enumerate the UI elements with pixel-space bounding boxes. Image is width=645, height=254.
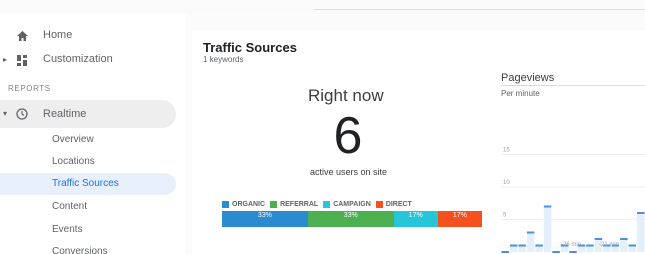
sidebar-item-conversions[interactable]: Conversions [52, 246, 108, 254]
pageviews-bar[interactable] [526, 232, 535, 253]
x-tick-label: -26 min [561, 242, 581, 248]
sidebar-item-label: Home [43, 29, 73, 41]
pageviews-bar-cap [628, 244, 637, 247]
pageviews-bar-cap [518, 244, 526, 247]
y-tick-label: 15 [503, 148, 510, 154]
breakdown-segment[interactable]: 17% [393, 211, 438, 227]
legend-label: ORGANIC [232, 200, 266, 208]
legend-swatch [375, 200, 383, 208]
pageviews-bar-cap [543, 205, 552, 208]
legend-label: DIRECT [385, 200, 412, 208]
dashboard-grid-icon [15, 54, 29, 66]
pageviews-bar[interactable] [620, 239, 628, 252]
active-users-label: active users on site [310, 167, 388, 177]
pageviews-bar-cap [509, 244, 518, 247]
sidebar-item-realtime[interactable]: ▾ Realtime [0, 100, 176, 128]
pageviews-bar-cap [586, 244, 594, 247]
y-tick-label: 10 [503, 180, 510, 186]
sidebar-item-home[interactable]: Home [0, 24, 180, 48]
pageviews-subtitle: Per minute [501, 89, 540, 98]
sidebar-item-label: Customization [43, 53, 113, 65]
breakdown-segment[interactable]: 33% [307, 211, 394, 227]
sidebar-item-overview[interactable]: Overview [52, 134, 94, 145]
legend-swatch [270, 200, 278, 208]
pageviews-bar-cap [526, 231, 535, 234]
legend-item-direct: DIRECT [375, 200, 412, 208]
card-subtitle: 1 keywords [203, 55, 244, 64]
pageviews-title: Pageviews [501, 72, 555, 84]
pageviews-bar-cap [637, 212, 645, 214]
breakdown-segment[interactable]: 33% [222, 211, 308, 227]
clock-icon [15, 108, 29, 120]
sidebar-item-content[interactable]: Content [52, 201, 87, 212]
pageviews-bar-cap [535, 244, 543, 247]
traffic-sources-card: Traffic Sources 1 keywords Right now 6 a… [192, 30, 645, 254]
pageviews-bar-cap [501, 251, 509, 253]
pageviews-bar-cap [620, 238, 628, 240]
sidebar-item-events[interactable]: Events [52, 224, 83, 235]
top-bar [0, 0, 645, 14]
legend-label: REFERRAL [280, 200, 319, 208]
right-now-label: Right now [308, 86, 384, 105]
source-legend: ORGANIC REFERRAL CAMPAIGN DIRECT [222, 199, 417, 209]
sidebar: Home ▸ Customization REPORTS ▾ Realtime … [0, 14, 186, 254]
sidebar-item-traffic-sources[interactable]: Traffic Sources [52, 178, 119, 189]
pageviews-divider [501, 85, 645, 86]
pageviews-bar-cap [594, 238, 603, 240]
active-users-count: 6 [333, 107, 363, 165]
pageviews-bar[interactable] [543, 206, 552, 253]
breakdown-segment[interactable]: 17% [437, 211, 482, 227]
pageviews-bar-cap [569, 251, 577, 253]
card-title: Traffic Sources [203, 40, 297, 55]
pageviews-chart-svg: 5 10 15 -26 min -21 min [501, 148, 645, 253]
source-breakdown-bar: 33% 33% 17% 17% [222, 211, 482, 227]
pageviews-bar[interactable] [637, 213, 645, 252]
legend-swatch [323, 200, 331, 208]
chevron-down-icon: ▾ [3, 109, 8, 118]
home-icon [15, 30, 29, 42]
main-content: Traffic Sources 1 keywords Right now 6 a… [186, 14, 645, 254]
sidebar-item-traffic-sources-highlight[interactable]: Traffic Sources [0, 173, 176, 195]
reports-section-header: REPORTS [8, 84, 51, 93]
sidebar-item-locations[interactable]: Locations [52, 156, 95, 167]
legend-item-campaign: CAMPAIGN [323, 200, 371, 208]
chevron-right-icon: ▸ [3, 55, 8, 64]
legend-item-organic: ORGANIC [222, 200, 266, 208]
legend-swatch [222, 200, 229, 208]
top-divider [314, 9, 645, 10]
y-tick-label: 5 [503, 213, 507, 219]
pageviews-bar-cap [552, 251, 560, 253]
legend-item-referral: REFERRAL [270, 200, 319, 208]
sidebar-item-customization[interactable]: ▸ Customization [0, 48, 180, 72]
x-tick-label: -21 min [599, 242, 619, 248]
sidebar-item-label: Realtime [43, 108, 87, 120]
legend-label: CAMPAIGN [333, 200, 371, 208]
pageviews-chart: 5 10 15 -26 min -21 min [501, 112, 645, 254]
